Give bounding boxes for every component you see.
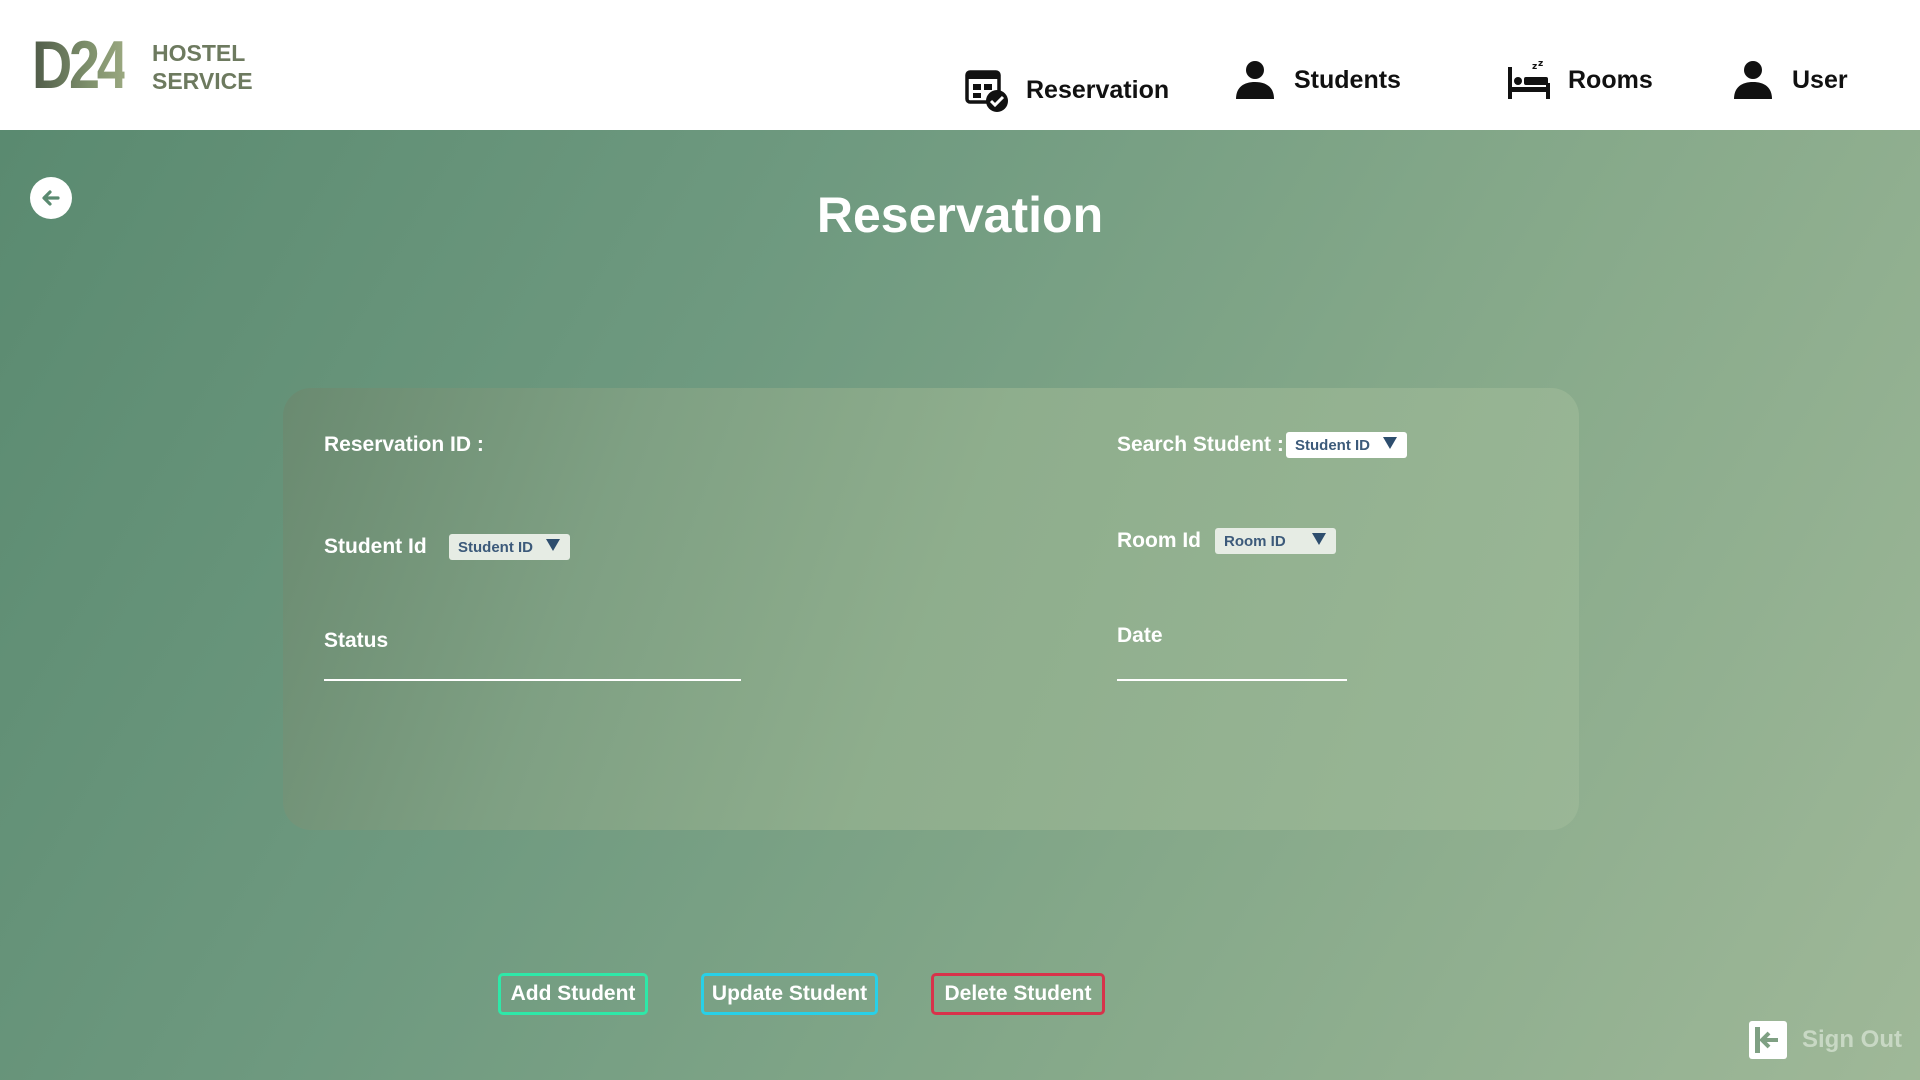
nav-students-label: Students <box>1294 65 1401 94</box>
person-icon <box>1232 57 1278 103</box>
sign-out-label: Sign Out <box>1802 1026 1902 1053</box>
chevron-down-icon <box>1383 437 1397 449</box>
nav-user[interactable]: User <box>1730 52 1848 108</box>
room-id-select[interactable]: Room ID <box>1215 528 1336 554</box>
date-field[interactable] <box>1117 679 1347 681</box>
sign-out-icon <box>1748 1020 1788 1060</box>
nav-rooms-label: Rooms <box>1568 65 1653 94</box>
room-id-label: Room Id <box>1117 529 1201 552</box>
sign-out-button[interactable]: Sign Out <box>1748 1020 1902 1060</box>
search-student-label: Search Student : <box>1117 433 1284 456</box>
add-student-button[interactable]: Add Student <box>498 973 648 1015</box>
svg-text:z: z <box>1538 59 1543 69</box>
update-student-button[interactable]: Update Student <box>701 973 878 1015</box>
brand-logo[interactable]: D24 HOSTEL SERVICE <box>32 27 253 103</box>
search-student-select-value: Student ID <box>1295 436 1370 454</box>
room-id-select-value: Room ID <box>1224 532 1286 550</box>
student-id-label: Student Id <box>324 535 427 558</box>
logo-line-2: SERVICE <box>152 68 253 94</box>
search-student-select[interactable]: Student ID <box>1286 432 1407 458</box>
status-field[interactable] <box>324 679 741 681</box>
logo-text: HOSTEL SERVICE <box>152 39 253 95</box>
nav-reservation-label: Reservation <box>1026 75 1170 104</box>
person-icon <box>1730 57 1776 103</box>
reservation-id-label: Reservation ID : <box>324 433 484 456</box>
logo-mark: D24 <box>32 27 128 103</box>
bed-icon: z z <box>1506 57 1552 103</box>
page-title: Reservation <box>816 187 1104 243</box>
chevron-down-icon <box>546 539 560 551</box>
student-id-select-value: Student ID <box>458 538 533 556</box>
delete-student-button[interactable]: Delete Student <box>931 973 1105 1015</box>
chevron-down-icon <box>1312 533 1326 545</box>
logo-line-1: HOSTEL <box>152 40 246 66</box>
nav-rooms[interactable]: z z Rooms <box>1506 52 1653 108</box>
nav-reservation[interactable]: Reservation <box>964 62 1169 118</box>
date-label: Date <box>1117 624 1163 647</box>
student-id-select[interactable]: Student ID <box>449 534 570 560</box>
top-bar: D24 HOSTEL SERVICE Reservation Students … <box>0 0 1920 130</box>
svg-text:z: z <box>1532 62 1537 72</box>
status-label: Status <box>324 629 389 652</box>
nav-user-label: User <box>1792 65 1848 94</box>
calendar-check-icon <box>964 67 1010 113</box>
nav-students[interactable]: Students <box>1232 52 1401 108</box>
